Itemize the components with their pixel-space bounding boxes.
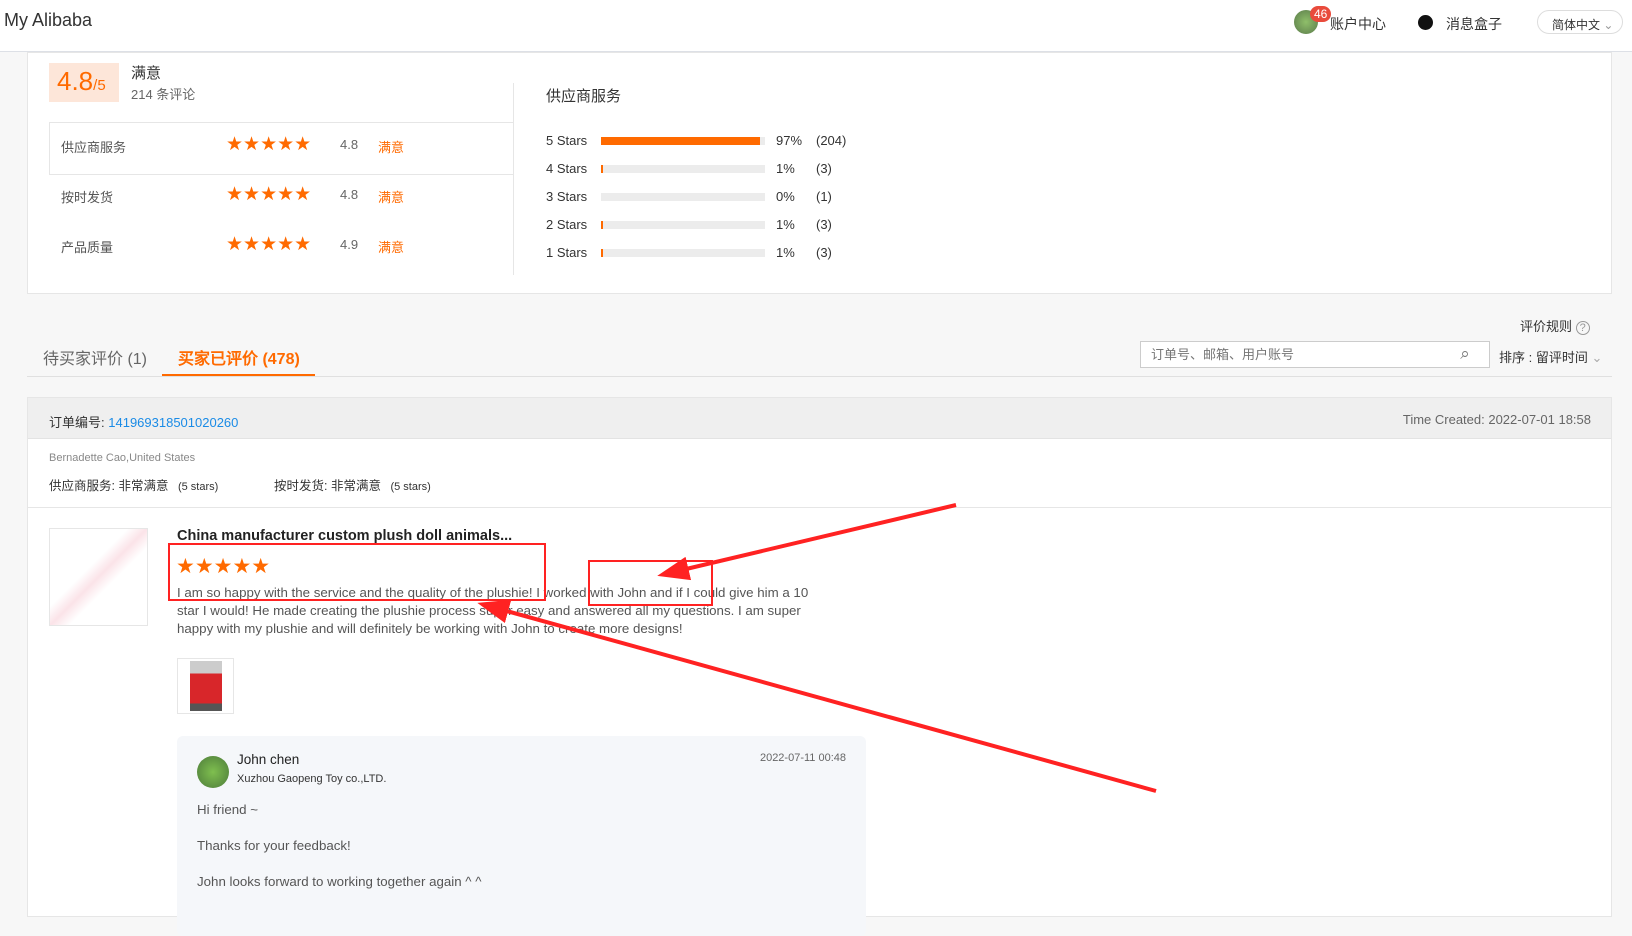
annotation-arrow xyxy=(657,503,957,581)
annotation-arrows xyxy=(477,503,1157,793)
annotation-arrow xyxy=(477,599,1157,793)
